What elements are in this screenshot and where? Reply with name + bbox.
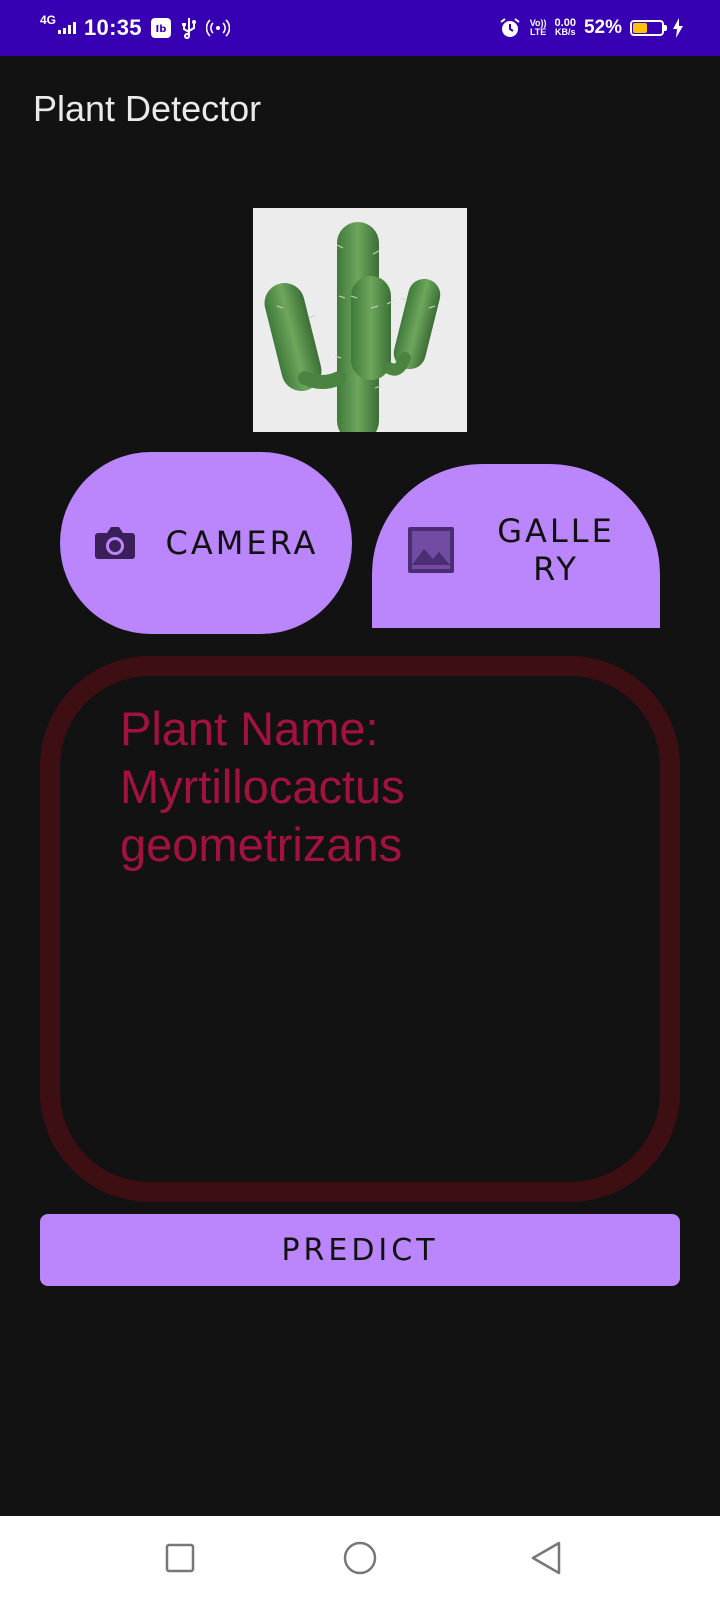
camera-button[interactable]: CAMERA [60,452,352,634]
navigation-bar [0,1516,720,1600]
recents-button[interactable] [162,1540,198,1576]
app-title: Plant Detector [33,88,262,129]
network-indicator: 4G [40,14,77,34]
signal-icon [58,22,77,34]
predict-button[interactable]: PREDICT [40,1214,680,1286]
plant-image [253,208,467,432]
usb-debug-icon: Ib [150,17,172,39]
status-bar: 4G 10:35 Ib Vo)) LTE 0.00 KB/s 52% [0,0,720,56]
gallery-button[interactable]: GALLERY [372,464,660,628]
plant-name-result: Plant Name: Myrtillocactus geometrizans [120,702,405,871]
square-icon [164,1542,196,1574]
back-button[interactable] [528,1540,564,1576]
battery-fill [633,23,647,33]
predict-button-label: PREDICT [281,1232,439,1268]
triangle-back-icon [528,1540,564,1576]
gallery-button-label: GALLERY [497,512,615,588]
home-button[interactable] [342,1540,378,1576]
speed-unit: KB/s [555,27,576,37]
network-type: 4G [40,13,57,27]
lte-label: LTE [529,27,547,37]
hotspot-icon [205,18,230,38]
usb-icon [180,17,198,39]
battery-icon [630,20,667,36]
alarm-icon [498,16,522,40]
clock: 10:35 [84,15,142,40]
charging-icon [672,18,684,38]
battery-percent: 52% [583,17,622,38]
camera-icon [94,525,136,561]
image-icon [406,525,456,575]
camera-button-label: CAMERA [165,524,319,562]
volte-indicator: Vo)) LTE [530,19,547,37]
network-speed: 0.00 KB/s [555,18,576,37]
svg-text:Ib: Ib [155,24,166,35]
circle-icon [342,1540,378,1576]
